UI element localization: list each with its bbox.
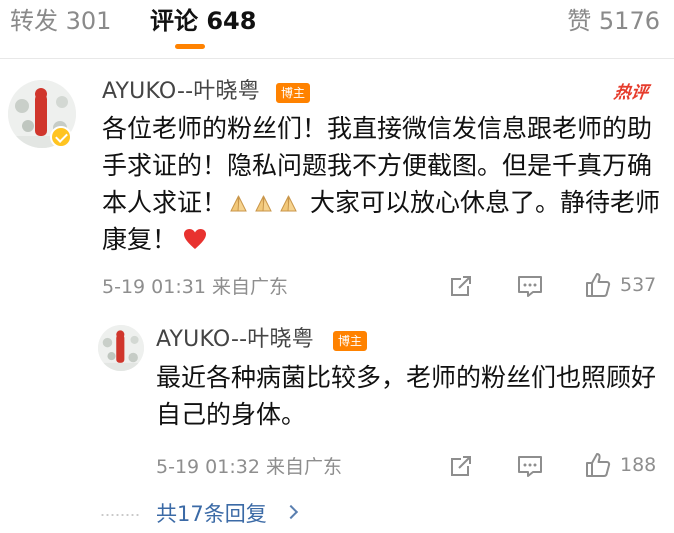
like-button[interactable]: 537	[584, 271, 656, 299]
share-icon	[451, 276, 471, 296]
tabs-divider	[0, 58, 674, 59]
comment-icon	[518, 276, 542, 297]
tab-likes[interactable]: 赞 5176	[567, 6, 660, 36]
like-count: 537	[620, 274, 657, 296]
like-icon	[586, 273, 611, 297]
comment-icon	[518, 456, 542, 477]
reply-text: 最近各种病菌比较多，老师的粉丝们也照顾好自己的身体。	[156, 363, 657, 429]
reply-like-count: 188	[620, 454, 657, 476]
verified-icon	[50, 126, 72, 148]
tab-comments[interactable]: 评论 648	[150, 6, 256, 36]
comment-tabs: 转发 301 评论 648 赞 5176	[0, 0, 674, 60]
comment-text: 各位老师的粉丝们！我直接微信发信息跟老师的助手求证的！隐私问题我不方便截图。但是…	[102, 110, 662, 258]
reply-share-button[interactable]	[448, 453, 474, 479]
reply-blogger-badge: 博主	[333, 331, 368, 351]
pray-emoji	[255, 195, 272, 212]
reply-like-button[interactable]: 188	[584, 451, 656, 479]
comment-button[interactable]	[516, 273, 544, 299]
pray-emoji	[280, 195, 297, 212]
share-icon	[451, 456, 471, 476]
heart-emoji	[184, 229, 207, 249]
reply-timestamp: 5-19 01:32 来自广东	[156, 456, 342, 478]
hot-comment-tag: 热评	[612, 83, 650, 103]
like-icon	[586, 453, 611, 477]
comment-username[interactable]: AYUKO--叶晓粤	[102, 78, 260, 106]
blogger-badge: 博主	[276, 83, 311, 103]
active-tab-indicator	[175, 44, 205, 49]
dotted-separator	[100, 514, 140, 516]
chevron-right-icon[interactable]	[283, 504, 299, 520]
reply-avatar[interactable]	[98, 325, 144, 371]
comment-timestamp: 5-19 01:31 来自广东	[102, 276, 288, 298]
pray-emoji	[230, 195, 247, 212]
view-replies-link[interactable]: 共17条回复	[156, 500, 267, 528]
tab-repost[interactable]: 转发 301	[10, 6, 111, 36]
reply-username[interactable]: AYUKO--叶晓粤	[156, 326, 314, 354]
reply-comment-button[interactable]	[516, 453, 544, 479]
share-button[interactable]	[448, 273, 474, 299]
